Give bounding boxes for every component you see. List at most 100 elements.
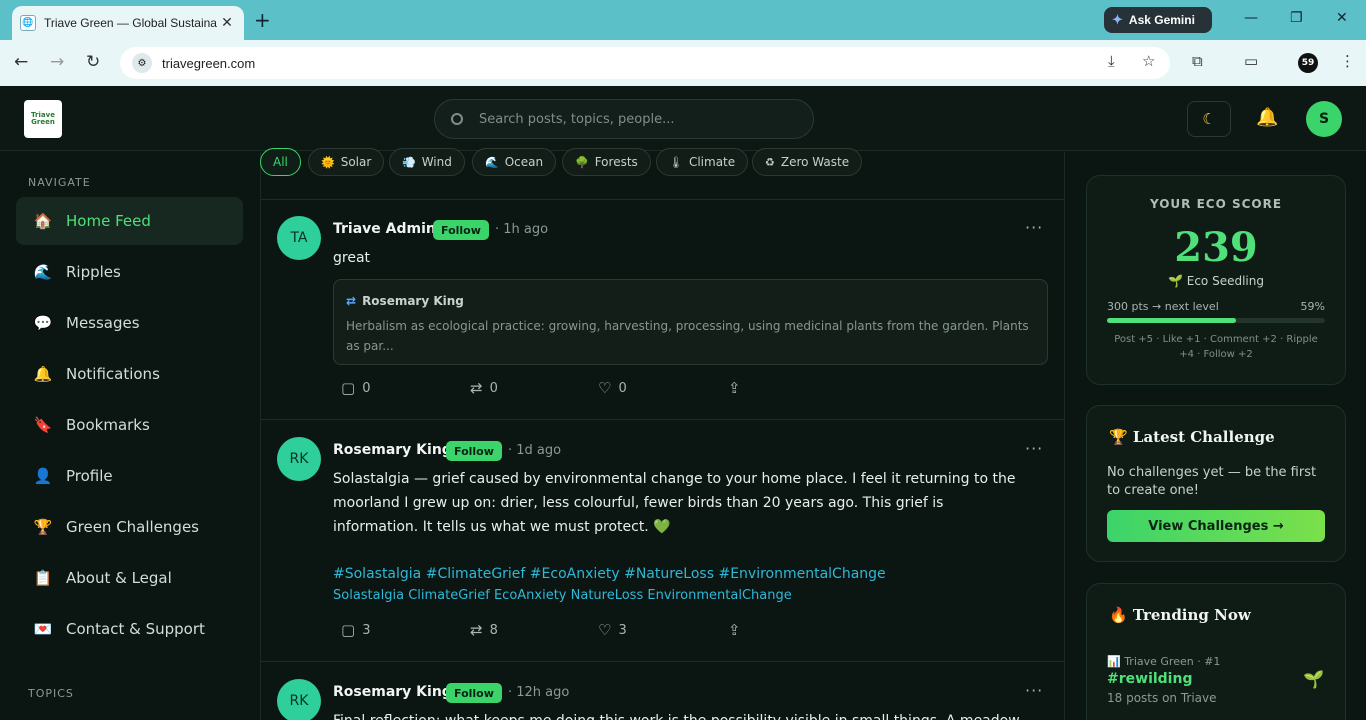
new-tab-icon[interactable]: +	[254, 8, 271, 32]
post-time: · 12h ago	[508, 685, 570, 700]
bookmark-star-icon[interactable]: ☆	[1142, 52, 1155, 70]
trending-meta: 📊 Triave Green · #1	[1107, 655, 1221, 668]
trending-count: 18 posts on Triave	[1107, 691, 1217, 705]
search-input[interactable]: Search posts, topics, people...	[434, 99, 814, 139]
like-count: 0	[618, 380, 627, 396]
filter-chip-forests[interactable]: 🌳 Forests	[562, 148, 651, 176]
close-tab-icon[interactable]: ✕	[218, 15, 236, 31]
forward-arrow-icon[interactable]: →	[50, 52, 64, 72]
trending-hashtag[interactable]: #rewilding	[1107, 671, 1192, 687]
user-avatar[interactable]: S	[1306, 101, 1342, 137]
author-avatar[interactable]: TA	[277, 216, 321, 260]
sidebar-item-profile[interactable]: 👤 Profile	[16, 452, 243, 500]
filter-chip-solar[interactable]: 🌞 Solar	[308, 148, 385, 176]
tab-search-icon[interactable]: ▭	[1244, 52, 1258, 70]
tree-icon: 🌳	[575, 155, 589, 169]
chip-label: Zero Waste	[780, 155, 850, 169]
browser-profile-avatar[interactable]: 59	[1298, 53, 1318, 73]
sprout-icon: 🌱	[1303, 670, 1325, 690]
repost-button[interactable]: ⇄ 0	[470, 379, 498, 397]
post-text: Solastalgia — grief caused by environmen…	[333, 471, 1016, 535]
close-window-icon[interactable]: ✕	[1336, 10, 1348, 26]
url-text: triavegreen.com	[162, 55, 256, 71]
author-name[interactable]: Rosemary King	[333, 684, 452, 700]
install-app-icon[interactable]: ⤓	[1108, 52, 1115, 70]
minimize-icon[interactable]: —	[1244, 10, 1258, 26]
triave-logo[interactable]: Triave Green	[24, 100, 62, 138]
love-letter-icon: 💌	[33, 620, 53, 638]
view-challenges-button[interactable]: View Challenges →	[1107, 510, 1325, 542]
post-tag-links[interactable]: Solastalgia ClimateGrief EcoAnxiety Natu…	[333, 588, 792, 603]
filter-chip-climate[interactable]: 🌡 Climate	[656, 148, 749, 176]
like-button[interactable]: ♡ 3	[598, 621, 627, 639]
follow-button[interactable]: Follow	[433, 220, 489, 240]
sidebar-item-green-challenges[interactable]: 🏆 Green Challenges	[16, 503, 243, 551]
share-icon: ⇪	[728, 379, 741, 397]
eco-points-rules: Post +5 · Like +1 · Comment +2 · Ripple …	[1114, 334, 1318, 360]
post-card: RK Rosemary King Follow · 1d ago ··· Sol…	[261, 421, 1064, 662]
notifications-bell-icon[interactable]: 🔔	[1256, 107, 1278, 128]
theme-toggle-moon-icon[interactable]: ☾	[1187, 101, 1231, 137]
home-icon: 🏠	[33, 212, 53, 230]
sidebar-item-ripples[interactable]: 🌊 Ripples	[16, 248, 243, 296]
author-name[interactable]: Rosemary King	[333, 442, 452, 458]
eco-score-card: YOUR ECO SCORE 239 🌱 Eco Seedling 300 pt…	[1086, 175, 1346, 385]
sidebar-item-messages[interactable]: 💬 Messages	[16, 299, 243, 347]
thermometer-icon: 🌡	[669, 155, 683, 169]
browser-tab-bar: 🌐 Triave Green — Global Sustaina ✕ + ✦ A…	[0, 0, 1366, 40]
comment-button[interactable]: ▢ 0	[341, 379, 370, 397]
sidebar-item-contact-support[interactable]: 💌 Contact & Support	[16, 605, 243, 653]
topics-label: TOPICS	[28, 687, 74, 700]
post-time: · 1d ago	[508, 443, 562, 458]
more-options-icon[interactable]: ···	[1025, 218, 1043, 237]
recycle-icon: ♻	[765, 155, 775, 169]
post-text: great	[333, 250, 371, 266]
author-avatar[interactable]: RK	[277, 679, 321, 720]
author-name[interactable]: Triave Admin	[333, 221, 436, 237]
eco-score-value: 239	[1174, 224, 1258, 271]
extensions-icon[interactable]: ⧉	[1192, 52, 1203, 70]
address-bar[interactable]: ⚙ triavegreen.com	[120, 47, 1170, 79]
repost-button[interactable]: ⇄ 8	[470, 621, 498, 639]
browser-tab[interactable]: 🌐 Triave Green — Global Sustaina ✕	[12, 6, 244, 40]
sidebar-item-home-feed[interactable]: 🏠 Home Feed	[16, 197, 243, 245]
restore-icon[interactable]: ❐	[1290, 10, 1303, 26]
post-card: RK Rosemary King Follow · 12h ago ··· Fi…	[261, 663, 1064, 720]
follow-button[interactable]: Follow	[446, 441, 502, 461]
clipboard-icon: 📋	[33, 569, 53, 587]
follow-button[interactable]: Follow	[446, 683, 502, 703]
browser-menu-icon[interactable]: ⋮	[1340, 52, 1355, 70]
post-time: · 1h ago	[495, 222, 549, 237]
sidebar-item-bookmarks[interactable]: 🔖 Bookmarks	[16, 401, 243, 449]
filter-chip-zero-waste[interactable]: ♻ Zero Waste	[752, 148, 863, 176]
share-button[interactable]: ⇪	[728, 621, 748, 639]
repost-count: 0	[489, 380, 498, 396]
author-avatar[interactable]: RK	[277, 437, 321, 481]
sidebar-item-label: Profile	[66, 467, 113, 485]
filter-chip-all[interactable]: All	[260, 148, 301, 176]
chip-label: Forests	[594, 155, 638, 169]
filter-chip-wind[interactable]: 💨 Wind	[389, 148, 465, 176]
wind-icon: 💨	[402, 155, 416, 169]
sidebar-item-label: Ripples	[66, 263, 121, 281]
sidebar-item-notifications[interactable]: 🔔 Notifications	[16, 350, 243, 398]
back-arrow-icon[interactable]: ←	[14, 52, 28, 72]
quoted-post[interactable]: ⇄ Rosemary King Herbalism as ecological p…	[333, 279, 1048, 365]
quoted-author: ⇄ Rosemary King	[346, 294, 464, 308]
reload-icon[interactable]: ↻	[86, 52, 100, 72]
like-button[interactable]: ♡ 0	[598, 379, 627, 397]
share-button[interactable]: ⇪	[728, 379, 748, 397]
more-options-icon[interactable]: ···	[1025, 439, 1043, 458]
site-info-icon[interactable]: ⚙	[132, 53, 152, 73]
comment-count: 3	[362, 622, 371, 638]
chip-label: Wind	[421, 155, 452, 169]
ask-gemini-button[interactable]: ✦ Ask Gemini	[1104, 7, 1212, 33]
filter-chip-ocean[interactable]: 🌊 Ocean	[472, 148, 557, 176]
post-hashtags[interactable]: #Solastalgia #ClimateGrief #EcoAnxiety #…	[333, 566, 886, 582]
eco-progress-bar	[1107, 318, 1325, 323]
sidebar-item-label: Green Challenges	[66, 518, 200, 536]
more-options-icon[interactable]: ···	[1025, 681, 1043, 700]
comment-button[interactable]: ▢ 3	[341, 621, 370, 639]
share-icon: ⇪	[728, 621, 741, 639]
sidebar-item-about-legal[interactable]: 📋 About & Legal	[16, 554, 243, 602]
